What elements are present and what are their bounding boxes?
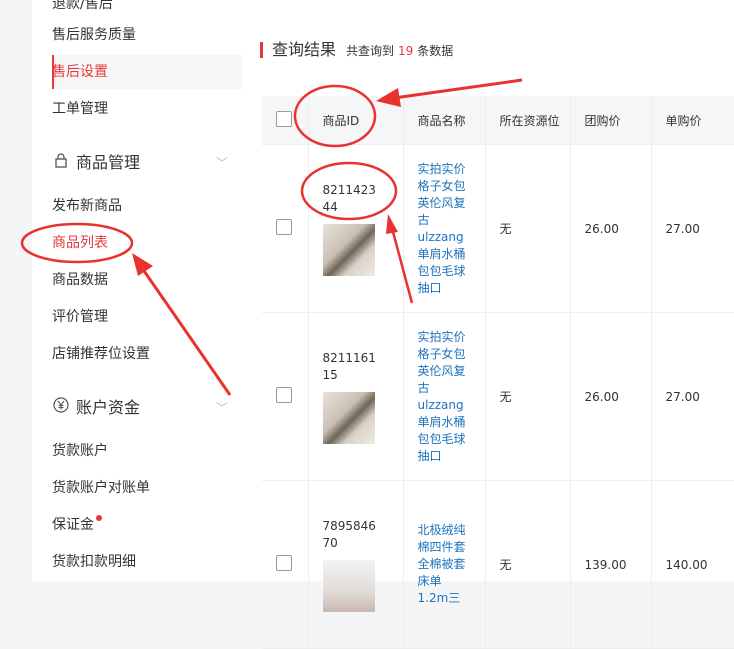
sidebar-item-goods-list[interactable]: 商品列表 [52,225,242,261]
group-price-cell: 26.00 [570,144,652,313]
select-all-cell [262,96,309,145]
sidebar-item-label: 评价管理 [52,309,108,325]
row-select-cell [262,312,309,481]
result-prefix: 共查询到 [346,44,395,58]
column-header-single-price: 单购价 [651,96,734,145]
product-thumbnail[interactable] [322,559,375,612]
single-price-cell: 27.00 [651,312,734,481]
group-price-cell: 26.00 [570,312,652,481]
sidebar-item-label: 工单管理 [52,101,108,117]
lock-icon [52,144,70,184]
result-count: 19 [398,44,414,58]
yen-icon [52,389,70,429]
sidebar-item-label: 售后设置 [52,64,108,80]
select-all-checkbox[interactable] [276,110,292,127]
row-checkbox[interactable] [276,387,292,403]
result-suffix: 条数据 [417,44,454,58]
single-price-cell: 27.00 [651,144,734,313]
notification-dot [96,515,102,521]
name-cell: 实拍实价格子女包英伦风复古ulzzang单肩水桶包包毛球抽口 [403,144,486,313]
column-header-id: 商品ID [308,96,404,145]
group-price-cell: 139.00 [570,480,652,649]
goods-table: 商品ID 商品名称 所在资源位 团购价 单购价 821142344 实拍实价格子… [262,96,734,649]
goods-name-link[interactable]: 北极绒纯棉四件套全棉被套床单1.2m三 [418,522,470,607]
table-row: 821116115 实拍实价格子女包英伦风复古ulzzang单肩水桶包包毛球抽口… [262,312,734,481]
table-row: 821142344 实拍实价格子女包英伦风复古ulzzang单肩水桶包包毛球抽口… [262,144,734,313]
sidebar-item-deposit[interactable]: 保证金 [52,507,242,543]
result-summary: 共查询到 19 条数据 [346,40,453,62]
sidebar-item-label: 货款扣款明细 [52,554,136,570]
sidebar-item-label: 发布新商品 [52,198,122,214]
goods-id: 821116115 [322,350,376,382]
sidebar-item-label: 货款账户 [52,443,108,459]
goods-id: 789584670 [322,518,376,550]
main-content: 查询结果 共查询到 19 条数据 商品ID 商品名称 所在资源位 团购价 单购价 8… [242,0,734,649]
sidebar-item-label: 售后服务质量 [52,27,136,43]
section-marker [260,42,263,58]
goods-name-link[interactable]: 实拍实价格子女包英伦风复古ulzzang单肩水桶包包毛球抽口 [418,329,470,465]
sidebar-item-shop-recommend[interactable]: 店铺推荐位设置 [52,336,242,372]
result-title: 查询结果 [272,40,337,59]
resource-cell: 无 [485,480,571,649]
name-cell: 实拍实价格子女包英伦风复古ulzzang单肩水桶包包毛球抽口 [403,312,486,481]
sidebar-item-label: 店铺推荐位设置 [52,346,150,362]
sidebar-item-payment-account[interactable]: 货款账户 [52,433,242,469]
goods-name-link[interactable]: 实拍实价格子女包英伦风复古ulzzang单肩水桶包包毛球抽口 [418,161,470,297]
resource-cell: 无 [485,312,571,481]
sidebar-item-ticket-management[interactable]: 工单管理 [52,91,242,127]
chevron-down-icon: ﹀ [215,156,228,170]
id-cell: 821116115 [308,312,404,481]
column-header-name: 商品名称 [403,96,486,145]
group-label: 账户资金 [76,398,141,417]
row-select-cell [262,480,309,649]
resource-cell: 无 [485,144,571,313]
table-row: 789584670 北极绒纯棉四件套全棉被套床单1.2m三 无 139.00 1… [262,480,734,649]
sidebar-item-label: 保证金 [52,517,94,533]
group-label: 商品管理 [76,153,141,172]
sidebar-item-after-sale-quality[interactable]: 售后服务质量 [52,17,242,53]
row-checkbox[interactable] [276,219,292,235]
chevron-down-icon: ﹀ [215,401,228,415]
sidebar-item-label: 商品列表 [52,235,108,251]
id-cell: 821142344 [308,144,404,313]
sidebar-item-label: 货款账户对账单 [52,480,150,496]
goods-id: 821142344 [322,182,376,214]
table-header-row: 商品ID 商品名称 所在资源位 团购价 单购价 [262,96,734,145]
column-header-resource: 所在资源位 [485,96,571,145]
sidebar-item-after-sale-settings[interactable]: 售后设置 [52,54,242,90]
sidebar-group-funds[interactable]: 账户资金 ﹀ [52,388,242,428]
id-cell: 789584670 [308,480,404,649]
sidebar-group-goods[interactable]: 商品管理 ﹀ [52,143,242,183]
column-header-group-price: 团购价 [570,96,652,145]
product-thumbnail[interactable] [322,223,375,276]
sidebar-item-payment-statement[interactable]: 货款账户对账单 [52,470,242,506]
sidebar: 退款/售后 售后服务质量 售后设置 工单管理 商品管理 ﹀ 发布新商品 商品列表… [32,0,242,581]
product-thumbnail[interactable] [322,391,375,444]
sidebar-item-publish-goods[interactable]: 发布新商品 [52,188,242,224]
single-price-cell: 140.00 [651,480,734,649]
name-cell: 北极绒纯棉四件套全棉被套床单1.2m三 [403,480,486,649]
row-checkbox[interactable] [276,555,292,571]
sidebar-item-deduction-detail[interactable]: 货款扣款明细 [52,544,242,580]
sidebar-item-label: 商品数据 [52,272,108,288]
sidebar-item-review-management[interactable]: 评价管理 [52,299,242,335]
sidebar-item-label: 退款/售后 [52,0,113,12]
row-select-cell [262,144,309,313]
sidebar-item-goods-data[interactable]: 商品数据 [52,262,242,298]
